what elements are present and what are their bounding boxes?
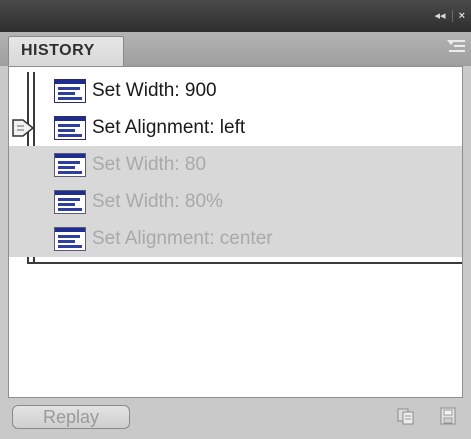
history-slider-handle[interactable] bbox=[11, 118, 35, 138]
collapse-icon[interactable]: ◂◂ bbox=[435, 9, 446, 22]
history-step-undone[interactable]: Set Width: 80% bbox=[9, 183, 462, 220]
close-icon[interactable]: × bbox=[459, 10, 465, 22]
history-step-current[interactable]: Set Alignment: left bbox=[9, 109, 462, 146]
step-label: Set Width: 80% bbox=[92, 190, 223, 212]
step-icon bbox=[54, 115, 86, 140]
list-divider bbox=[27, 262, 462, 264]
step-label: Set Width: 900 bbox=[92, 79, 217, 101]
replay-button[interactable]: Replay bbox=[12, 405, 130, 429]
step-icon bbox=[54, 78, 86, 103]
menu-line bbox=[454, 40, 465, 42]
panel-menu-icon[interactable] bbox=[447, 40, 465, 54]
control-divider bbox=[451, 9, 453, 22]
menu-line bbox=[454, 45, 465, 47]
step-icon bbox=[54, 226, 86, 251]
history-step[interactable]: Set Width: 900 bbox=[9, 72, 462, 109]
history-panel: ◂◂ × HISTORY Set Width: 900 Set Alignmen… bbox=[0, 0, 471, 439]
tab-row: HISTORY bbox=[0, 32, 471, 66]
panel-footer: Replay bbox=[0, 398, 471, 439]
step-label: Set Alignment: center bbox=[92, 227, 273, 249]
save-as-command-icon[interactable] bbox=[438, 406, 458, 426]
window-controls: ◂◂ × bbox=[435, 9, 465, 22]
history-step-undone[interactable]: Set Alignment: center bbox=[9, 220, 462, 257]
step-label: Set Alignment: left bbox=[92, 116, 246, 138]
history-list: Set Width: 900 Set Alignment: left Set W… bbox=[9, 72, 462, 264]
step-icon bbox=[54, 189, 86, 214]
menu-line bbox=[449, 50, 465, 52]
history-step-undone[interactable]: Set Width: 80 bbox=[9, 146, 462, 183]
step-label: Set Width: 80 bbox=[92, 153, 207, 175]
history-list-area: Set Width: 900 Set Alignment: left Set W… bbox=[8, 66, 463, 398]
step-icon bbox=[54, 152, 86, 177]
panel-title-bar: ◂◂ × bbox=[0, 0, 471, 32]
tab-history[interactable]: HISTORY bbox=[8, 36, 124, 66]
copy-steps-icon[interactable] bbox=[396, 406, 416, 426]
